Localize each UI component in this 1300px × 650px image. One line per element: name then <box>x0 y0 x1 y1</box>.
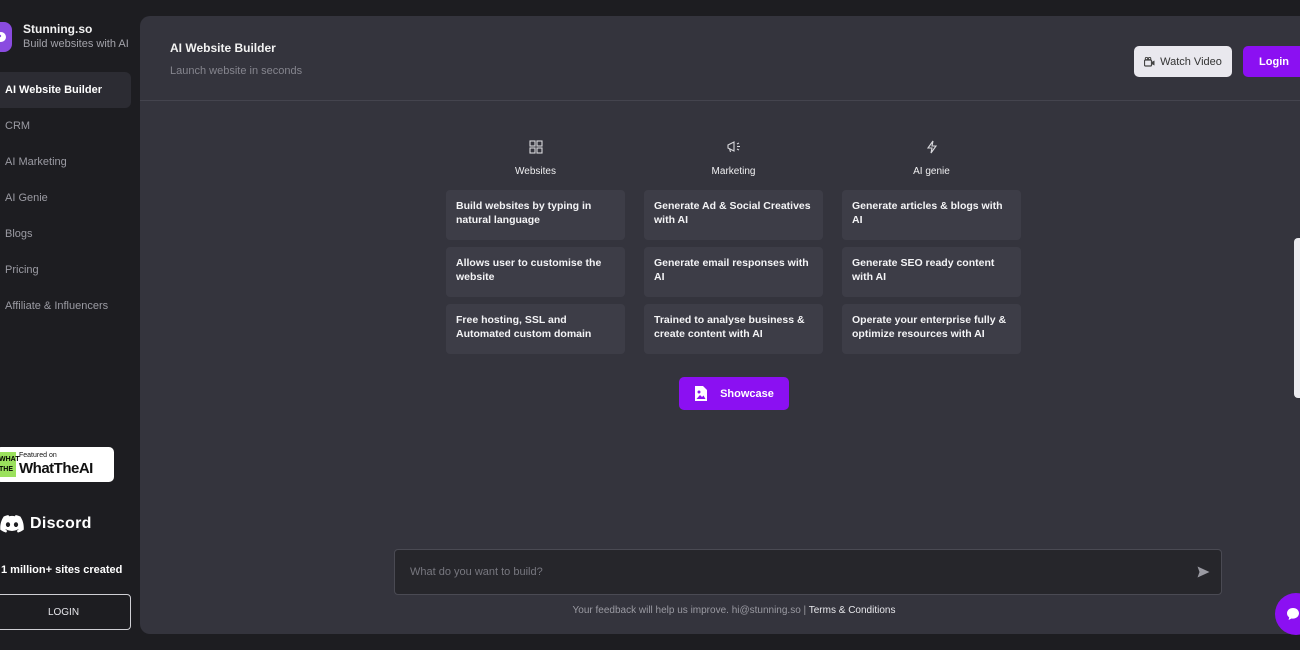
column-header: Marketing <box>644 136 823 190</box>
prompt-bar <box>394 549 1222 595</box>
badge-brand-label: WhatTheAI <box>19 460 93 477</box>
showcase-button[interactable]: Showcase <box>679 377 789 410</box>
sidebar-item-ai-marketing[interactable]: AI Marketing <box>0 144 131 180</box>
sidebar-item-ai-website-builder[interactable]: AI Website Builder <box>0 72 131 108</box>
brand-name: Stunning.so <box>23 22 93 36</box>
discord-label: Discord <box>30 515 92 532</box>
whattheai-badge[interactable]: WHAT THE Featured on WhatTheAI <box>0 447 114 482</box>
chat-icon <box>1287 608 1299 620</box>
sidebar-item-blogs[interactable]: Blogs <box>0 216 131 252</box>
feature-card: Trained to analyse business & create con… <box>644 304 823 354</box>
sidebar-item-crm[interactable]: CRM <box>0 108 131 144</box>
footer: Your feedback will help us improve. hi@s… <box>140 605 1300 616</box>
feature-card: Generate email responses with AI <box>644 247 823 297</box>
prompt-input[interactable] <box>395 550 1185 594</box>
send-icon <box>1197 566 1209 578</box>
whattheai-logo-icon: WHAT THE <box>0 452 19 477</box>
brand-tagline: Build websites with AI <box>23 38 129 50</box>
feedback-text: Your feedback will help us improve. hi@s… <box>572 605 809 616</box>
watch-video-button[interactable]: Watch Video <box>1134 46 1232 77</box>
column-title: Websites <box>515 166 556 177</box>
main-panel: AI Website Builder Launch website in sec… <box>140 16 1300 634</box>
column-title: AI genie <box>913 166 950 177</box>
feature-card: Build websites by typing in natural lang… <box>446 190 625 240</box>
grid-icon <box>528 136 543 158</box>
sidebar-item-affiliate[interactable]: Affiliate & Influencers <box>0 288 131 324</box>
sites-created-stat: 1 million+ sites created <box>1 564 123 576</box>
video-camera-icon <box>1144 56 1155 67</box>
lightning-icon <box>926 136 938 158</box>
badge-featured-label: Featured on <box>19 452 57 459</box>
megaphone-icon <box>726 136 742 158</box>
sidebar-login-button[interactable]: LOGIN <box>0 594 131 630</box>
sidebar-item-ai-genie[interactable]: AI Genie <box>0 180 131 216</box>
badge-text: Featured on WhatTheAI <box>19 452 93 477</box>
column-title: Marketing <box>711 166 756 177</box>
column-header: Websites <box>446 136 625 190</box>
discord-link[interactable]: Discord <box>0 512 92 536</box>
page-header: AI Website Builder Launch website in sec… <box>140 16 1300 101</box>
sidebar-nav: AI Website Builder CRM AI Marketing AI G… <box>0 72 131 324</box>
watch-video-label: Watch Video <box>1160 55 1222 68</box>
page-subtitle: Launch website in seconds <box>170 65 303 77</box>
brand-text: Stunning.so Build websites with AI <box>23 22 129 52</box>
feature-column-websites: Websites Build websites by typing in nat… <box>446 136 625 361</box>
feature-columns: Websites Build websites by typing in nat… <box>446 136 1021 361</box>
feature-card: Operate your enterprise fully & optimize… <box>842 304 1021 354</box>
terms-link[interactable]: Terms & Conditions <box>809 605 896 616</box>
send-button[interactable] <box>1185 550 1221 594</box>
side-scroll-tab[interactable] <box>1294 238 1300 398</box>
feature-card: Generate articles & blogs with AI <box>842 190 1021 240</box>
login-button[interactable]: Login <box>1243 46 1300 77</box>
feature-column-marketing: Marketing Generate Ad & Social Creatives… <box>644 136 823 361</box>
discord-icon <box>0 515 24 533</box>
feature-card: Generate SEO ready content with AI <box>842 247 1021 297</box>
image-icon <box>695 386 708 401</box>
feature-card: Allows user to customise the website <box>446 247 625 297</box>
sidebar-item-pricing[interactable]: Pricing <box>0 252 131 288</box>
showcase-label: Showcase <box>720 387 774 400</box>
brand-logo-icon <box>0 22 12 52</box>
column-header: AI genie <box>842 136 1021 190</box>
feature-column-ai-genie: AI genie Generate articles & blogs with … <box>842 136 1021 361</box>
sidebar: Stunning.so Build websites with AI AI We… <box>0 0 140 650</box>
feature-card: Generate Ad & Social Creatives with AI <box>644 190 823 240</box>
page-title: AI Website Builder <box>170 41 276 55</box>
feature-card: Free hosting, SSL and Automated custom d… <box>446 304 625 354</box>
